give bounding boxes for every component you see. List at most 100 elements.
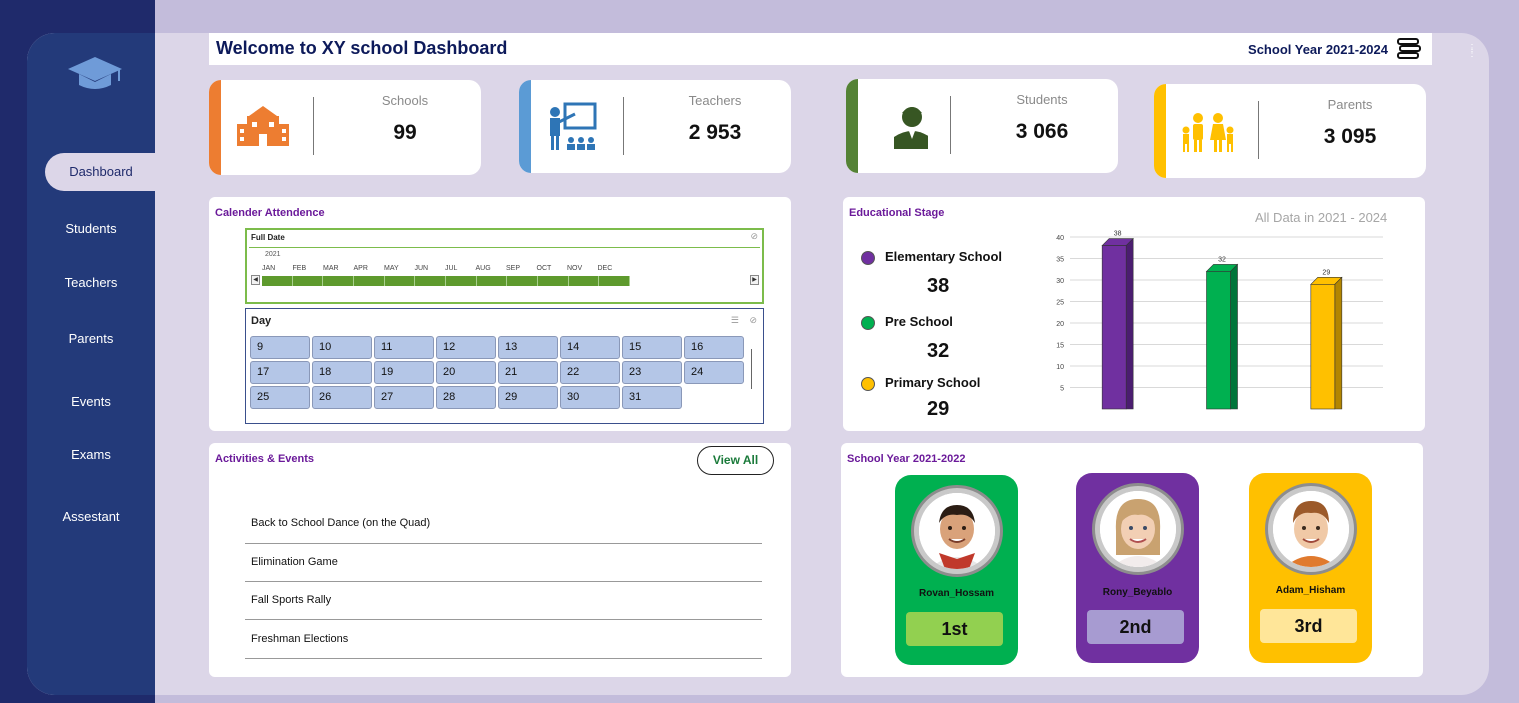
day-button[interactable]: 13 [498, 336, 558, 359]
day-button[interactable]: 24 [684, 361, 744, 384]
nav-teachers[interactable]: Teachers [27, 275, 155, 290]
divider [245, 543, 762, 544]
calendar-card: Calender Attendence Full Date ⊘ 2021 JAN… [209, 197, 791, 431]
day-button[interactable]: 25 [250, 386, 310, 409]
day-button[interactable]: 27 [374, 386, 434, 409]
chart-subtitle: All Data in 2021 - 2024 [1255, 210, 1388, 225]
teacher-icon [550, 102, 597, 150]
card-title: School Year 2021-2022 [847, 453, 966, 465]
day-button[interactable]: 21 [498, 361, 558, 384]
y-tick-label: 10 [1056, 364, 1064, 371]
month-label[interactable]: MAR [323, 265, 354, 272]
day-button[interactable]: 16 [684, 336, 744, 359]
divider [245, 581, 762, 582]
slicer-header: Full Date [251, 233, 285, 242]
kpi-separator [950, 96, 951, 154]
student-name: Rovan_Hossam [918, 588, 995, 599]
clear-filter-icon[interactable]: ⊘ [749, 315, 757, 326]
day-button[interactable]: 28 [436, 386, 496, 409]
nav-dashboard[interactable]: Dashboard [45, 153, 157, 191]
day-button[interactable]: 31 [622, 386, 682, 409]
event-item[interactable]: Elimination Game [245, 556, 762, 568]
month-labels: JAN FEB MAR APR MAY JUN JUL AUG SEP OCT … [262, 265, 628, 272]
nav-exams[interactable]: Exams [27, 447, 155, 462]
day-button[interactable]: 30 [560, 386, 620, 409]
rank-card-third[interactable]: Adam_Hisham 3rd [1249, 473, 1372, 663]
y-tick-label: 25 [1056, 300, 1064, 307]
day-button[interactable]: 26 [312, 386, 372, 409]
kpi-accent [209, 80, 221, 175]
month-label[interactable]: APR [354, 265, 385, 272]
day-button[interactable]: 9 [250, 336, 310, 359]
day-button[interactable]: 29 [498, 386, 558, 409]
kpi-separator [623, 97, 624, 155]
card-title: Calender Attendence [215, 207, 325, 219]
day-button[interactable]: 15 [622, 336, 682, 359]
day-button[interactable]: 10 [312, 336, 372, 359]
day-button[interactable]: 23 [622, 361, 682, 384]
day-button[interactable]: 12 [436, 336, 496, 359]
slicer-header: Day [251, 315, 272, 327]
month-label[interactable]: JUN [415, 265, 446, 272]
month-label[interactable]: JAN [262, 265, 293, 272]
divider [245, 658, 762, 659]
month-label[interactable]: DEC [598, 265, 629, 272]
bar-side [1230, 263, 1238, 410]
day-button[interactable]: 22 [560, 361, 620, 384]
month-label[interactable]: SEP [506, 265, 537, 272]
rank-card-second[interactable]: Rony_Beyablo 2nd [1076, 473, 1199, 663]
scrollbar[interactable] [751, 349, 754, 389]
data-label: 38 [1114, 231, 1122, 238]
day-button[interactable]: 11 [374, 336, 434, 359]
view-all-button[interactable]: View All [697, 446, 774, 475]
education-card: Educational Stage All Data in 2021 - 202… [843, 197, 1425, 431]
event-item[interactable]: Freshman Elections [245, 633, 762, 645]
day-button[interactable]: 19 [374, 361, 434, 384]
month-label[interactable]: NOV [567, 265, 598, 272]
kpi-label: Parents [1327, 97, 1373, 112]
day-button[interactable]: 18 [312, 361, 372, 384]
student-photo [1265, 483, 1357, 575]
kpi-value: 99 [393, 121, 417, 144]
scroll-handle[interactable]: ⋮ ⋮ [1467, 44, 1477, 59]
nav-events[interactable]: Events [27, 394, 155, 409]
data-label: 32 [1218, 256, 1226, 263]
multi-select-icon[interactable]: ☰ [731, 315, 739, 326]
student-name: Adam_Hisham [1275, 585, 1346, 596]
nav-assistant[interactable]: Assestant [27, 509, 155, 524]
data-label: 29 [1322, 269, 1330, 276]
scroll-right-arrow-icon[interactable]: ▶ [750, 275, 759, 285]
bar [1101, 245, 1127, 410]
scroll-left-arrow-icon[interactable]: ◀ [251, 275, 260, 285]
legend-value: 29 [927, 398, 950, 420]
rank-card-first[interactable]: Rovan_Hossam 1st [895, 475, 1018, 665]
event-item[interactable]: Fall Sports Rally [245, 594, 762, 606]
graduation-cap-icon [68, 57, 122, 89]
event-item[interactable]: Back to School Dance (on the Quad) [245, 517, 762, 529]
kpi-value: 3 066 [1015, 120, 1069, 143]
books-icon [1397, 38, 1421, 59]
month-label[interactable]: OCT [537, 265, 568, 272]
day-button[interactable]: 20 [436, 361, 496, 384]
timeline-track[interactable] [262, 276, 631, 286]
month-label[interactable]: FEB [293, 265, 324, 272]
student-icon [894, 107, 928, 149]
kpi-separator [1258, 101, 1259, 159]
month-label[interactable]: JUL [445, 265, 476, 272]
header-bar: Welcome to XY school Dashboard School Ye… [209, 33, 1432, 65]
day-button[interactable]: 14 [560, 336, 620, 359]
kpi-value: 3 095 [1323, 125, 1377, 148]
month-label[interactable]: MAY [384, 265, 415, 272]
kpi-label: Schools [381, 93, 429, 108]
nav-students[interactable]: Students [27, 221, 155, 236]
rank-badge: 1st [906, 612, 1003, 646]
card-title: Educational Stage [849, 207, 945, 219]
date-slicer[interactable]: Full Date ⊘ 2021 JAN FEB MAR APR MAY JUN… [245, 228, 764, 304]
rank-badge: 2nd [1087, 610, 1184, 644]
kpi-students: Students 3 066 [846, 79, 1118, 173]
clear-filter-icon[interactable]: ⊘ [750, 231, 758, 242]
legend-label: Elementary School [885, 249, 1003, 264]
month-label[interactable]: AUG [476, 265, 507, 272]
nav-parents[interactable]: Parents [27, 331, 155, 346]
day-button[interactable]: 17 [250, 361, 310, 384]
